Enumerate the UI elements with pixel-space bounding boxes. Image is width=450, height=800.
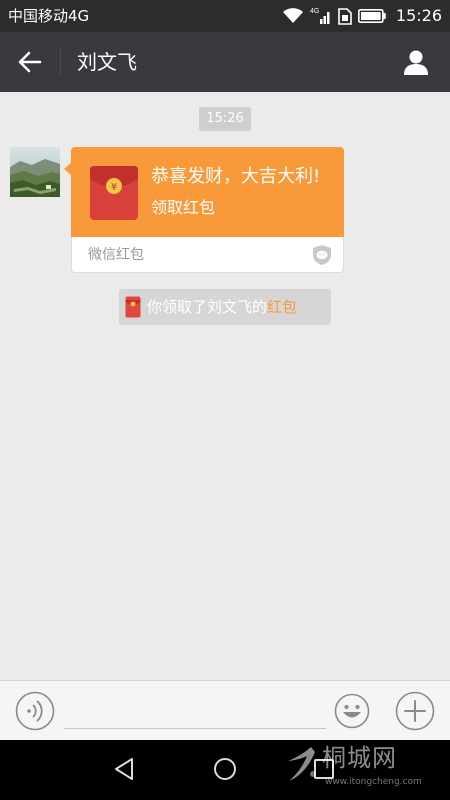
arrow-left-icon — [18, 51, 42, 73]
sim-card-icon — [338, 8, 352, 25]
notice-text: 你领取了刘文飞的 — [147, 298, 268, 316]
back-button[interactable] — [12, 44, 48, 80]
carrier-label: 中国移动4G — [8, 7, 90, 25]
cellular-signal-icon: 4G — [310, 8, 330, 24]
chat-area[interactable]: 15:26 ¥ 恭喜发财，大吉大利! 领取红包 微信红包 你领取了刘文飞的 红包 — [0, 92, 450, 680]
input-bar — [0, 680, 450, 740]
avatar[interactable] — [10, 147, 60, 197]
system-notice: 你领取了刘文飞的 红包 — [119, 289, 331, 325]
red-envelope-icon: ¥ — [90, 166, 138, 220]
battery-icon — [357, 9, 386, 23]
watermark-text: 桐城网 — [322, 744, 397, 772]
svg-text:¥: ¥ — [111, 182, 117, 193]
person-icon — [404, 50, 428, 75]
chat-header: 刘文飞 — [0, 32, 450, 92]
status-time: 15:26 — [395, 6, 442, 25]
voice-icon[interactable] — [15, 691, 55, 731]
chat-title: 刘文飞 — [77, 50, 137, 74]
watermark-url: www.itongcheng.com — [325, 777, 422, 787]
landscape-avatar-image — [10, 147, 60, 197]
nav-home-icon[interactable] — [212, 756, 238, 782]
red-envelope-small-icon — [125, 296, 141, 318]
message-input[interactable] — [64, 695, 326, 729]
header-divider — [60, 48, 61, 76]
red-packet-source: 微信红包 — [88, 247, 144, 263]
watermark: 桐城网 www.itongcheng.com — [285, 740, 445, 800]
profile-button[interactable] — [398, 44, 434, 80]
watermark-logo-icon — [288, 747, 316, 781]
nav-back-icon[interactable] — [112, 756, 138, 782]
wechat-shield-icon — [313, 245, 331, 265]
status-bar: 中国移动4G 4G 15:26 — [0, 0, 450, 32]
notice-red-packet-link[interactable]: 红包 — [267, 296, 297, 318]
red-packet-greeting: 恭喜发财，大吉大利! — [151, 166, 321, 187]
system-nav-bar: 桐城网 www.itongcheng.com — [0, 740, 450, 800]
red-packet-card-footer: 微信红包 — [71, 237, 344, 273]
status-icons: 4G 15:26 — [282, 4, 442, 28]
red-packet-card-top: ¥ 恭喜发财，大吉大利! 领取红包 — [71, 147, 344, 237]
smiley-icon[interactable] — [334, 693, 370, 729]
message-timestamp: 15:26 — [199, 107, 251, 131]
red-packet-action: 领取红包 — [151, 198, 216, 217]
red-packet-card[interactable]: ¥ 恭喜发财，大吉大利! 领取红包 微信红包 — [64, 147, 344, 273]
plus-icon[interactable] — [395, 691, 435, 731]
wifi-icon — [282, 8, 303, 23]
svg-text:4G: 4G — [310, 8, 319, 15]
